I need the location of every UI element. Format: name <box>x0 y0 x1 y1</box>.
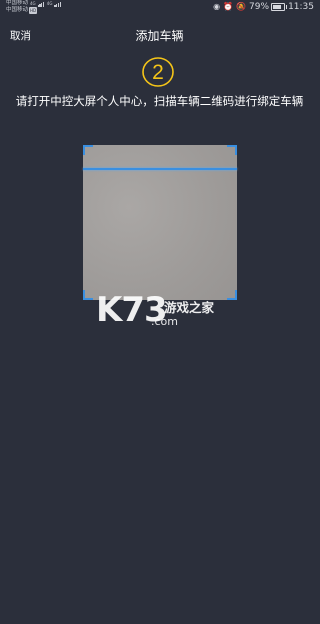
instruction-text: 请打开中控大屏个人中心，扫描车辆二维码进行绑定车辆 <box>15 94 304 108</box>
step-indicator: 2 <box>140 56 176 88</box>
mute-icon: 🔕 <box>236 2 247 11</box>
status-bar: 中国移动 4G 4G 中国移动 HD ◉ ⏰ 🔕 79% 11:35 <box>0 0 319 16</box>
carrier-info: 中国移动 4G 4G 中国移动 HD <box>6 0 62 14</box>
carrier-line-1: 中国移动 4G 4G <box>6 0 62 7</box>
watermark: K73 游戏之家 .com <box>96 290 236 340</box>
screen: 中国移动 4G 4G 中国移动 HD ◉ ⏰ 🔕 79% 11:35 取消 添加… <box>0 0 319 624</box>
network-type-1: 4G <box>30 1 36 6</box>
status-right: ◉ ⏰ 🔕 79% 11:35 <box>213 1 314 13</box>
clock: 11:35 <box>288 2 314 12</box>
watermark-domain: .com <box>151 315 178 328</box>
qr-scanner-viewfinder <box>83 145 237 300</box>
header-bar: 取消 添加车辆 <box>0 24 319 46</box>
battery-icon <box>271 3 288 11</box>
carrier-name-2: 中国移动 <box>6 7 29 13</box>
page-title: 添加车辆 <box>135 29 184 43</box>
signal-icon <box>37 1 45 7</box>
scanner-corner-top-right <box>227 145 237 155</box>
scanner-corner-top-left <box>83 145 93 155</box>
eye-icon: ◉ <box>213 2 221 11</box>
network-type-2: 4G <box>46 1 53 6</box>
step-number: 2 <box>152 61 164 84</box>
carrier-name-1: 中国移动 <box>6 0 29 6</box>
battery-fill <box>273 5 281 9</box>
scanner-corner-bottom-left <box>83 290 93 300</box>
step-circle-icon: 2 <box>142 57 174 87</box>
battery-percent: 79% <box>249 2 270 12</box>
scan-line <box>83 168 237 170</box>
alarm-icon: ⏰ <box>223 2 234 11</box>
watermark-name: 游戏之家 <box>164 300 215 315</box>
hd-badge: HD <box>29 7 38 14</box>
signal-icon <box>54 1 61 7</box>
carrier-line-2: 中国移动 HD <box>6 7 62 14</box>
